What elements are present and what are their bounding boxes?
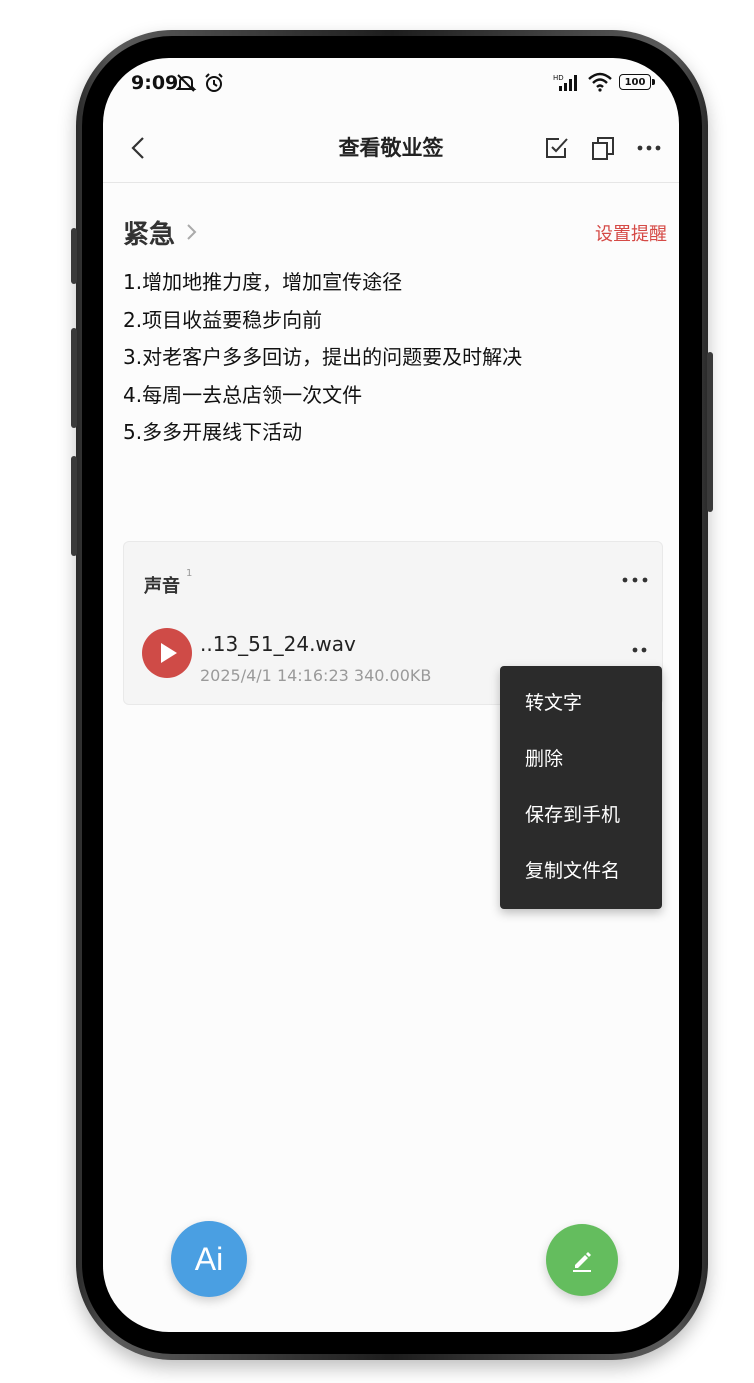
more-icon [637,145,661,151]
volume-down-button [71,328,77,428]
note-line: 5.多多开展线下活动 [123,420,303,444]
note-line: 4.每周一去总店领一次文件 [123,382,363,407]
power-button [707,352,713,512]
category-label[interactable]: 紧急 [123,214,175,251]
menu-item-delete[interactable]: 删除 [525,744,563,771]
navigation-bar: 查看敬业签 [103,114,679,183]
category-row: 紧急 设置提醒 [123,214,667,254]
set-reminder-link[interactable]: 设置提醒 [595,220,667,246]
status-right-icons: HD 100 [553,72,655,92]
note-line: 2.项目收益要稳步向前 [123,307,323,332]
status-time: 9:09 [131,72,179,94]
pen-icon [573,1252,591,1272]
battery-level: 100 [624,76,646,88]
note-content: 1.增加地推力度，增加宣传途径 2.项目收益要稳步向前 3.对老客户多多回访，提… [123,264,659,452]
wifi-icon [588,72,612,92]
nav-actions [539,130,667,166]
menu-item-transcribe[interactable]: 转文字 [525,688,582,715]
hd-signal-icon: HD [553,74,577,91]
play-icon [161,643,177,663]
note-line: 3.对老客户多多回访，提出的问题要及时解决 [123,345,523,369]
attachment-more-icon[interactable] [620,568,650,592]
ai-button[interactable]: Ai [171,1221,247,1297]
play-button[interactable] [142,628,192,678]
file-more-icon[interactable] [626,640,654,660]
battery-icon: 100 [619,74,655,90]
attachment-count: 1 [186,568,193,579]
audio-file-name: ..13_51_24.wav [200,632,356,656]
copy-icon [592,137,614,160]
checkbox-icon [546,138,568,158]
svg-text:HD: HD [553,74,564,82]
volume-up-button [71,228,77,284]
attachment-title: 声音 [144,576,180,597]
edit-button[interactable] [546,1224,618,1296]
phone-screen: 9:09 HD 100 查看敬业签 紧急 设置提醒 1.增加地推力度，增加宣传途… [103,58,679,1332]
file-context-menu: 转文字 删除 保存到手机 复制文件名 [500,666,662,909]
mute-notification-icon [175,74,197,92]
status-bar: 9:09 HD 100 [103,58,679,110]
copy-button[interactable] [585,130,621,166]
check-button[interactable] [539,130,575,166]
note-line: 1.增加地推力度，增加宣传途径 [123,270,403,294]
audio-file-meta: 2025/4/1 14:16:23 340.00KB [200,666,432,685]
menu-item-copy-filename[interactable]: 复制文件名 [525,856,620,883]
silent-switch [71,456,77,556]
menu-item-save-to-phone[interactable]: 保存到手机 [525,800,620,827]
status-left-icons [175,72,225,94]
more-button[interactable] [631,130,667,166]
alarm-icon [205,73,223,92]
chevron-right-icon[interactable] [183,220,201,244]
